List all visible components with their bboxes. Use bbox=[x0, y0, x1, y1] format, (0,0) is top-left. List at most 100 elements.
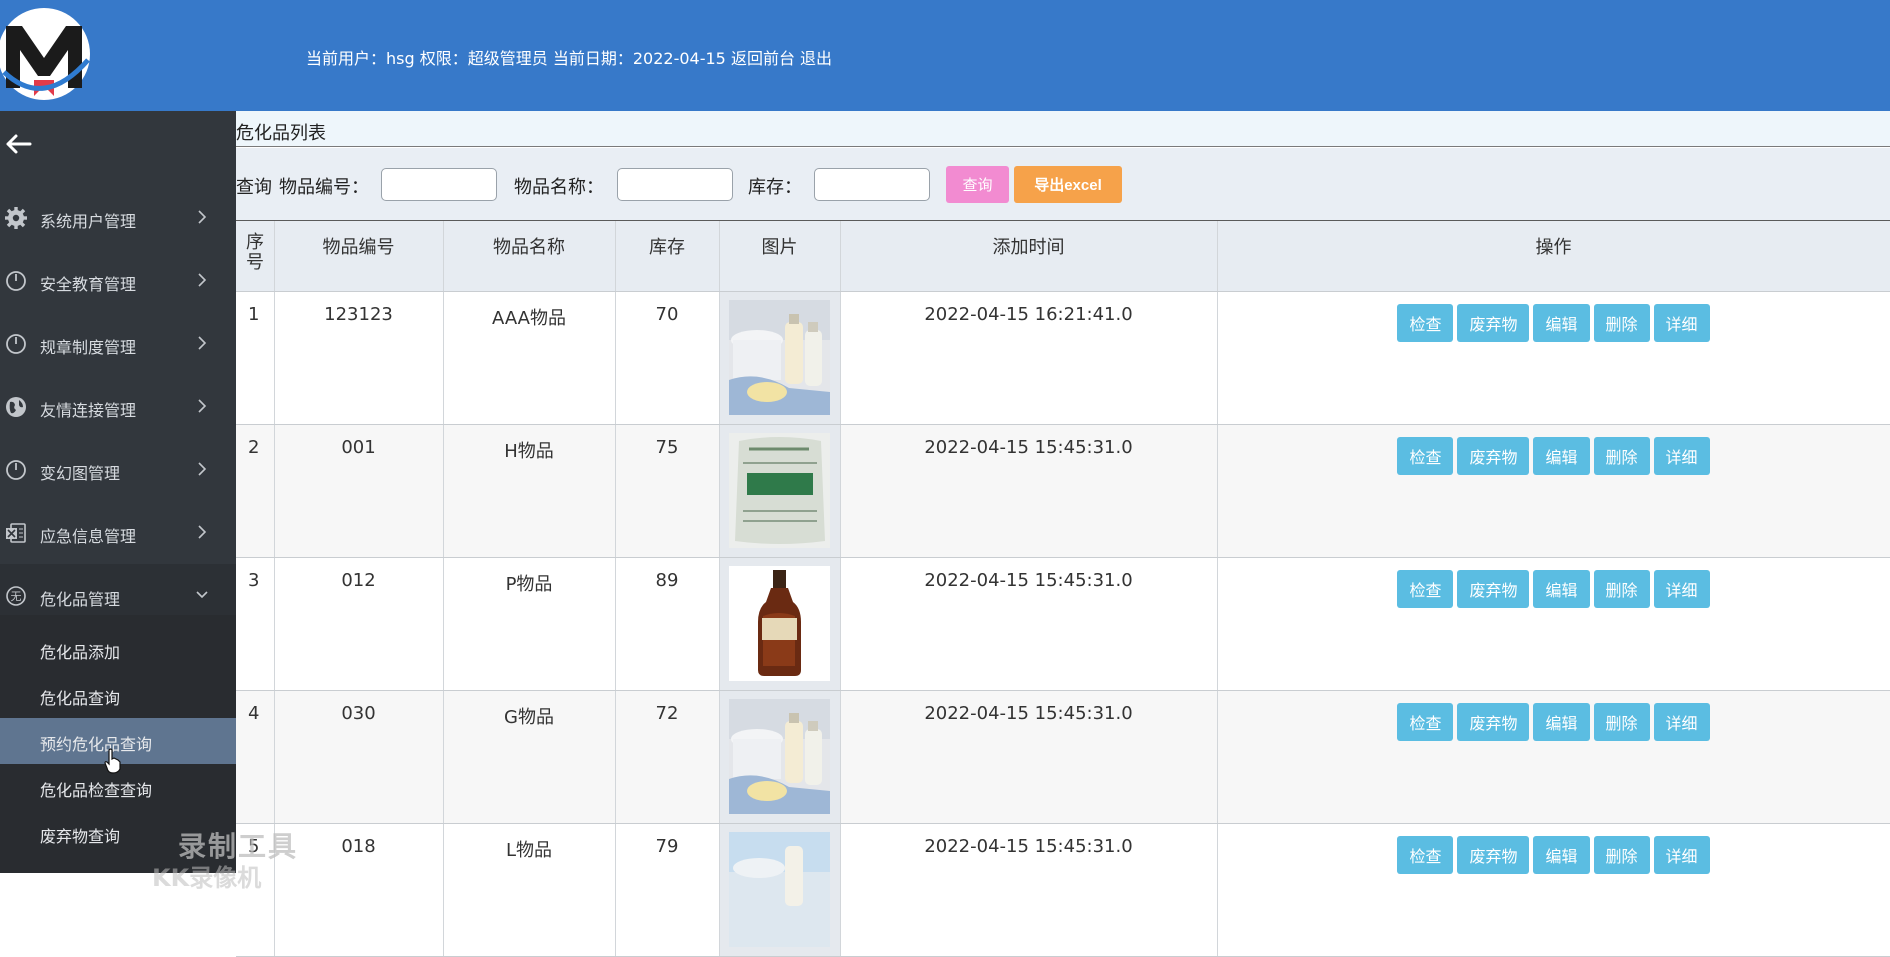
action-button-3[interactable]: 删除 bbox=[1593, 569, 1650, 608]
blue-image bbox=[720, 831, 840, 947]
watermark-sub: KK录像机 bbox=[152, 864, 262, 892]
submenu-item-label: 危化品查询 bbox=[40, 689, 121, 708]
logout-link[interactable]: 退出 bbox=[800, 49, 832, 68]
sidebar-item-label: 规章制度管理 bbox=[40, 338, 137, 357]
action-button-0[interactable]: 检查 bbox=[1397, 835, 1454, 874]
action-button-4[interactable]: 详细 bbox=[1653, 702, 1710, 741]
column-header-image: 图片 bbox=[719, 221, 841, 292]
action-button-0[interactable]: 检查 bbox=[1397, 303, 1454, 342]
action-button-1[interactable]: 废弃物 bbox=[1457, 702, 1530, 741]
query-button[interactable]: 查询 bbox=[946, 166, 1009, 203]
page-title: 危化品列表 bbox=[236, 123, 326, 144]
cell-image bbox=[719, 690, 841, 824]
cell-stock: 75 bbox=[615, 424, 720, 558]
cell-index: 3 bbox=[236, 557, 275, 691]
action-button-3[interactable]: 删除 bbox=[1593, 702, 1650, 741]
action-button-3[interactable]: 删除 bbox=[1593, 835, 1650, 874]
toiletries-image bbox=[720, 698, 840, 814]
sidebar-item-label: 应急信息管理 bbox=[40, 527, 137, 546]
chevron-right-icon bbox=[198, 210, 207, 224]
table-header-row: 序号 物品编号 物品名称 库存 图片 添加时间 操作 bbox=[236, 221, 1890, 292]
cell-index: 1 bbox=[236, 291, 275, 425]
submenu-item-label: 预约危化品查询 bbox=[40, 735, 153, 754]
table-row: 1 123123 AAA物品 70 2022-04-15 16:21:41.0 检查 废弃物… bbox=[236, 291, 1890, 425]
cell-name: G物品 bbox=[443, 690, 616, 824]
action-button-1[interactable]: 废弃物 bbox=[1457, 835, 1530, 874]
cell-code: 030 bbox=[274, 690, 444, 824]
action-button-4[interactable]: 详细 bbox=[1653, 303, 1710, 342]
sidebar-item-regulations[interactable]: 规章制度管理 bbox=[0, 312, 236, 375]
back-to-frontend-link[interactable]: 返回前台 bbox=[731, 49, 795, 68]
sidebar-item-friend-links[interactable]: 友情连接管理 bbox=[0, 375, 236, 438]
column-header-stock: 库存 bbox=[615, 221, 720, 292]
cell-actions: 检查 废弃物 编辑 删除 详细 bbox=[1217, 291, 1890, 425]
action-button-3[interactable]: 删除 bbox=[1593, 436, 1650, 475]
sidebar-item-emergency-info[interactable]: 应急信息管理 bbox=[0, 501, 236, 564]
sidebar-item-carousel[interactable]: 变幻图管理 bbox=[0, 438, 236, 501]
sidebar-item-system-users[interactable]: 系统用户管理 bbox=[0, 186, 236, 249]
power-icon bbox=[6, 271, 26, 291]
action-button-0[interactable]: 检查 bbox=[1397, 436, 1454, 475]
action-button-2[interactable]: 编辑 bbox=[1533, 303, 1590, 342]
action-button-1[interactable]: 废弃物 bbox=[1457, 436, 1530, 475]
chevron-right-icon bbox=[198, 399, 207, 413]
submenu-item-add[interactable]: 危化品添加 bbox=[0, 626, 236, 672]
submenu-item-label: 废弃物查询 bbox=[40, 827, 121, 846]
cell-actions: 检查 废弃物 编辑 删除 详细 bbox=[1217, 424, 1890, 558]
bottle-image bbox=[720, 565, 840, 681]
sidebar-item-safety-education[interactable]: 安全教育管理 bbox=[0, 249, 236, 312]
column-header-time: 添加时间 bbox=[840, 221, 1218, 292]
action-button-4[interactable]: 详细 bbox=[1653, 835, 1710, 874]
action-button-0[interactable]: 检查 bbox=[1397, 569, 1454, 608]
sidebar-item-label: 变幻图管理 bbox=[40, 464, 121, 483]
back-arrow-icon[interactable] bbox=[4, 133, 34, 155]
cell-time: 2022-04-15 15:45:31.0 bbox=[840, 823, 1218, 957]
table-row: 5 018 L物品 79 2022-04-15 15:45:31.0 检查 废弃物 编辑 删除详… bbox=[236, 823, 1890, 957]
search-prefix-label: 查询 bbox=[236, 177, 272, 198]
action-button-4[interactable]: 详细 bbox=[1653, 436, 1710, 475]
code-input[interactable] bbox=[381, 168, 497, 201]
sack-image bbox=[720, 432, 840, 548]
cell-time: 2022-04-15 15:45:31.0 bbox=[840, 557, 1218, 691]
action-button-2[interactable]: 编辑 bbox=[1533, 436, 1590, 475]
name-input[interactable] bbox=[617, 168, 733, 201]
current-date: 当前日期：2022-04-15 bbox=[552, 49, 726, 68]
action-button-1[interactable]: 废弃物 bbox=[1457, 569, 1530, 608]
chevron-right-icon bbox=[198, 525, 207, 539]
cell-image bbox=[719, 291, 841, 425]
sidebar-item-label: 危化品管理 bbox=[40, 590, 121, 609]
table-row: 4 030 G物品 72 2022-04-15 15:45:31.0 检查 废弃物 编辑 删除详… bbox=[236, 690, 1890, 824]
current-user: 当前用户：hsg bbox=[306, 49, 415, 68]
action-button-2[interactable]: 编辑 bbox=[1533, 835, 1590, 874]
chevron-right-icon bbox=[198, 462, 207, 476]
action-group: 检查 废弃物 编辑 删除 详细 bbox=[1218, 569, 1890, 608]
column-header-index: 序号 bbox=[236, 221, 275, 292]
action-button-2[interactable]: 编辑 bbox=[1533, 702, 1590, 741]
cell-stock: 79 bbox=[615, 823, 720, 957]
globe-icon bbox=[6, 397, 26, 417]
action-button-4[interactable]: 详细 bbox=[1653, 569, 1710, 608]
circle-char-icon: 无 bbox=[6, 586, 26, 606]
breadcrumb: 危化品列表 bbox=[236, 111, 1890, 147]
action-button-2[interactable]: 编辑 bbox=[1533, 569, 1590, 608]
cell-stock: 89 bbox=[615, 557, 720, 691]
circle-char-icon-glyph: 无 bbox=[11, 590, 22, 603]
stock-input[interactable] bbox=[814, 168, 930, 201]
name-label: 物品名称： bbox=[514, 177, 604, 198]
cell-image bbox=[719, 424, 841, 558]
cell-code: 001 bbox=[274, 424, 444, 558]
action-button-3[interactable]: 删除 bbox=[1593, 303, 1650, 342]
submenu-item-query[interactable]: 危化品查询 bbox=[0, 672, 236, 718]
action-button-1[interactable]: 废弃物 bbox=[1457, 303, 1530, 342]
action-button-0[interactable]: 检查 bbox=[1397, 702, 1454, 741]
cell-name: P物品 bbox=[443, 557, 616, 691]
search-bar: 查询 物品编号： 物品名称： 库存： 查询 导出excel bbox=[236, 148, 1890, 221]
cell-stock: 70 bbox=[615, 291, 720, 425]
cell-actions: 检查 废弃物 编辑 删除 详细 bbox=[1217, 690, 1890, 824]
power-icon bbox=[6, 334, 26, 354]
table-row: 3 012 P物品 89 2022-04-15 15:45:31.0 检查 废弃物 编辑 删除详… bbox=[236, 557, 1890, 691]
main-content: 危化品列表 查询 物品编号： 物品名称： 库存： 查询 导出excel 序号 物… bbox=[236, 111, 1890, 957]
cell-name: L物品 bbox=[443, 823, 616, 957]
cell-time: 2022-04-15 15:45:31.0 bbox=[840, 424, 1218, 558]
export-excel-button[interactable]: 导出excel bbox=[1014, 166, 1122, 203]
